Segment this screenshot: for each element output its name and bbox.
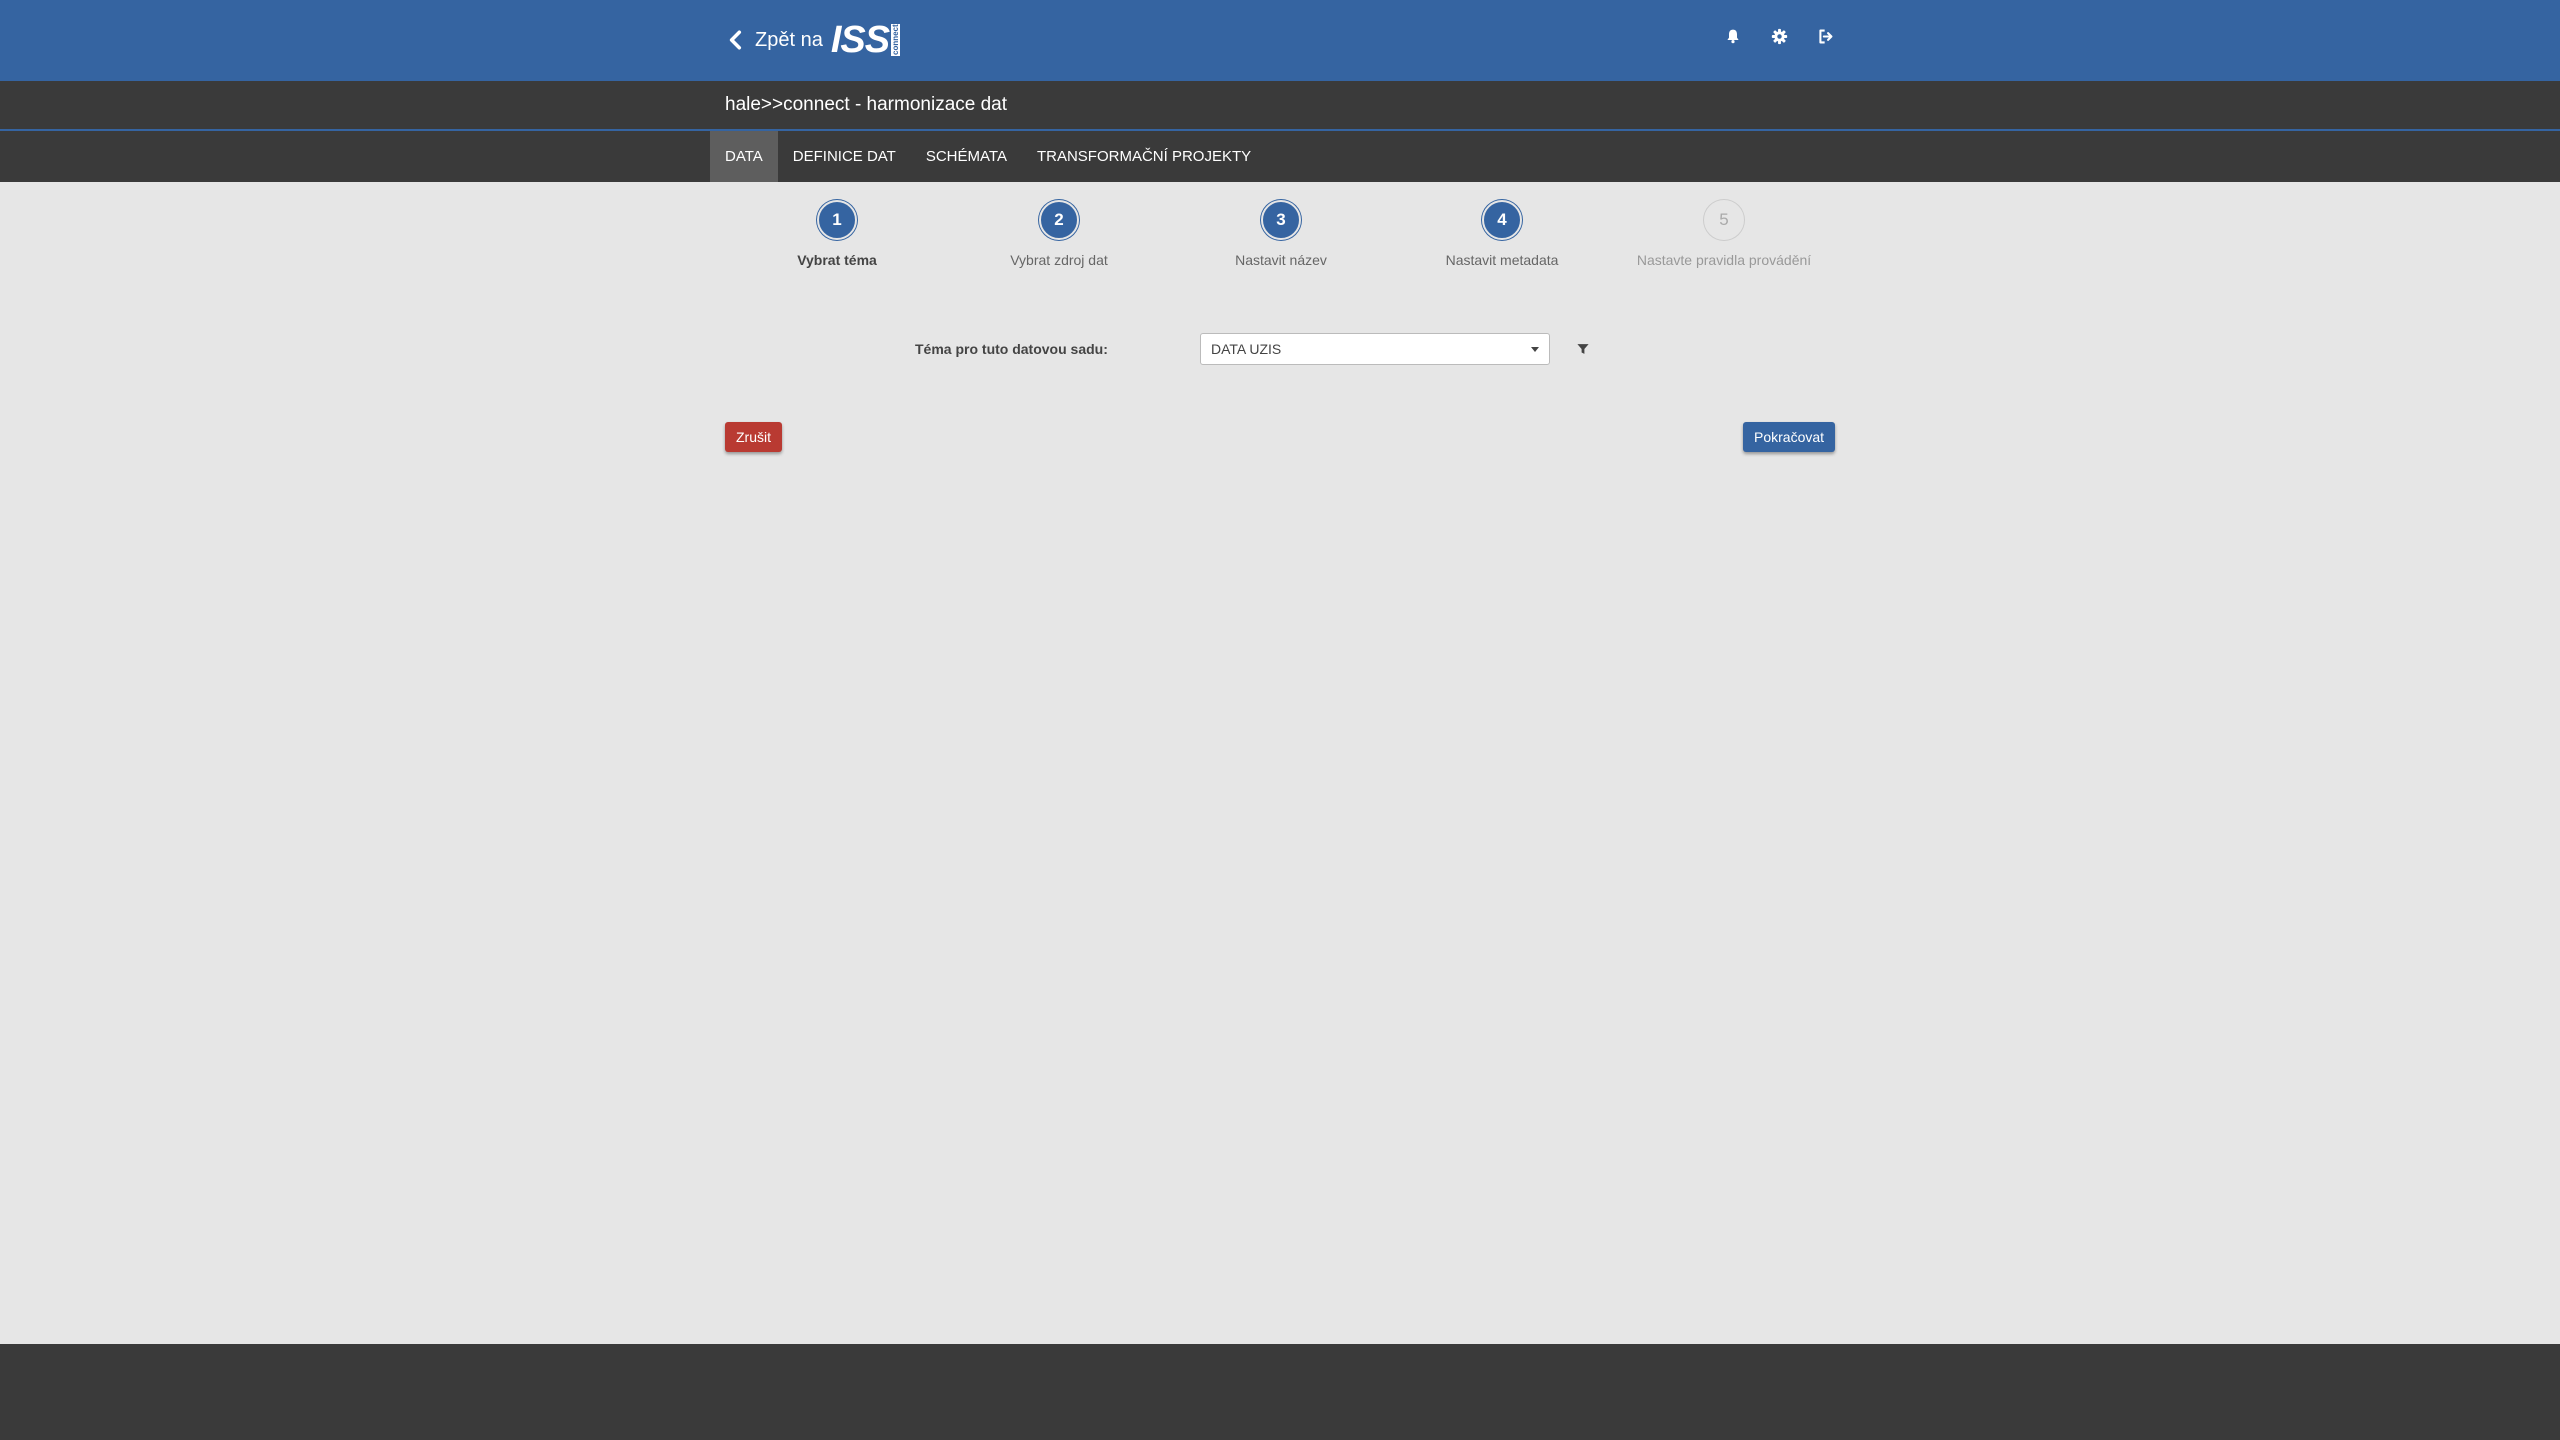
- step-5: 5 Nastavte pravidla provádění: [1624, 200, 1824, 268]
- logo-text: ISS: [830, 18, 890, 61]
- top-header: Zpět na ISS connect: [0, 0, 2560, 81]
- tab-transformacni-projekty[interactable]: TRANSFORMAČNÍ PROJEKTY: [1022, 131, 1266, 182]
- step-number: 3: [1261, 200, 1301, 240]
- theme-select-value: DATA UZIS: [1211, 341, 1282, 357]
- step-label: Vybrat téma: [797, 252, 877, 268]
- tab-schemata[interactable]: SCHÉMATA: [911, 131, 1022, 182]
- gear-icon[interactable]: [1769, 26, 1789, 46]
- logout-icon[interactable]: [1815, 26, 1835, 46]
- step-number: 5: [1704, 200, 1744, 240]
- step-3[interactable]: 3 Nastavit název: [1181, 200, 1381, 268]
- step-number: 4: [1482, 200, 1522, 240]
- chevron-left-icon: [729, 30, 742, 50]
- wizard-stepper: 1 Vybrat téma 2 Vybrat zdroj dat 3 Nasta…: [725, 200, 1835, 280]
- nav-tabs: DATA DEFINICE DAT SCHÉMATA TRANSFORMAČNÍ…: [710, 131, 1266, 182]
- back-link-label: Zpět na: [755, 28, 823, 51]
- step-label: Nastavte pravidla provádění: [1636, 252, 1812, 268]
- step-1[interactable]: 1 Vybrat téma: [737, 200, 937, 268]
- tab-definice-dat[interactable]: DEFINICE DAT: [778, 131, 911, 182]
- theme-select[interactable]: DATA UZIS: [1200, 333, 1550, 365]
- continue-button[interactable]: Pokračovat: [1743, 422, 1836, 452]
- theme-label: Téma pro tuto datovou sadu:: [915, 341, 1108, 357]
- app-title: hale>>connect - harmonizace dat: [725, 94, 1008, 115]
- step-number: 1: [817, 200, 857, 240]
- step-label: Nastavit název: [1235, 252, 1327, 268]
- step-label: Vybrat zdroj dat: [1010, 252, 1108, 268]
- theme-form-row: Téma pro tuto datovou sadu: DATA UZIS: [915, 333, 1715, 365]
- step-4[interactable]: 4 Nastavit metadata: [1402, 200, 1602, 268]
- tab-data[interactable]: DATA: [710, 131, 778, 182]
- caret-down-icon: [1531, 347, 1539, 352]
- step-label: Nastavit metadata: [1445, 252, 1559, 268]
- app-title-bar: hale>>connect - harmonizace dat: [0, 81, 2560, 131]
- top-header-inner: Zpět na ISS connect: [725, 0, 1835, 81]
- header-actions: [1723, 26, 1835, 46]
- step-number: 2: [1039, 200, 1079, 240]
- step-2[interactable]: 2 Vybrat zdroj dat: [959, 200, 1159, 268]
- cancel-button[interactable]: Zrušit: [725, 422, 782, 452]
- iss-logo: ISS connect: [830, 18, 901, 62]
- bell-icon[interactable]: [1723, 26, 1743, 46]
- page-footer: [0, 1344, 2560, 1440]
- main-nav: DATA DEFINICE DAT SCHÉMATA TRANSFORMAČNÍ…: [0, 131, 2560, 182]
- logo-tag: connect: [891, 24, 901, 56]
- back-link[interactable]: Zpět na ISS connect: [725, 18, 901, 62]
- filter-icon[interactable]: [1573, 339, 1593, 359]
